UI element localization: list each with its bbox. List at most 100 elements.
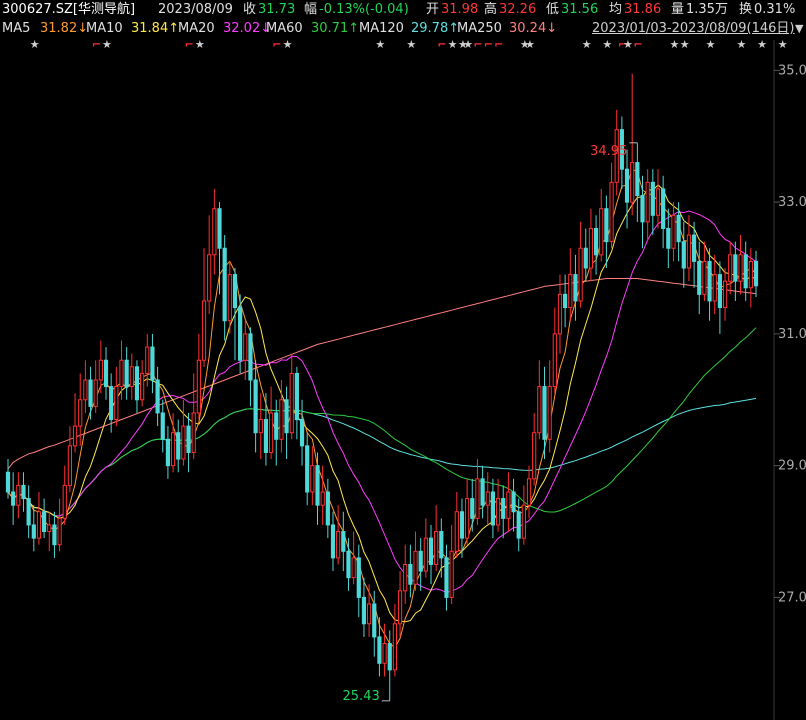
- candle: [434, 505, 439, 572]
- candle: [563, 274, 568, 328]
- candle-body-up: [506, 491, 511, 519]
- candle-body-up: [728, 254, 733, 282]
- candle-body-up: [702, 260, 707, 295]
- candle: [423, 518, 428, 578]
- candle-body-up: [93, 379, 98, 407]
- candle-body-down: [253, 379, 258, 434]
- candle: [707, 248, 712, 321]
- candle-body-down: [640, 195, 645, 223]
- candle-body-down: [563, 293, 568, 309]
- candle-body-up: [181, 425, 186, 460]
- candle-body-down: [284, 399, 289, 434]
- candle: [377, 617, 382, 677]
- candle-body-up: [495, 498, 501, 526]
- candle: [593, 215, 599, 275]
- candle: [480, 465, 485, 519]
- candle-body-down: [186, 425, 191, 453]
- candle: [454, 492, 459, 558]
- candle-body-up: [119, 359, 124, 388]
- candle: [274, 399, 279, 466]
- candle-body-up: [423, 537, 428, 572]
- candle-body-up: [588, 227, 594, 269]
- candle: [16, 472, 21, 519]
- candle-body-up: [738, 254, 743, 282]
- candle-body-up: [686, 234, 692, 269]
- candle: [351, 531, 356, 585]
- candle: [599, 188, 604, 262]
- candle-body-up: [83, 379, 88, 401]
- candle-body-down: [542, 386, 547, 440]
- candle-body-down: [650, 181, 655, 216]
- candle-body-up: [630, 162, 635, 203]
- candle: [42, 498, 47, 539]
- candle-body-up: [170, 432, 176, 467]
- candle-body-up: [78, 399, 83, 427]
- candlestick-chart[interactable]: 35.0 33.0 31.0 29.0 27.0 34.95 25.43: [0, 0, 806, 720]
- candle: [186, 412, 191, 473]
- candle-body-up: [449, 550, 454, 598]
- candle: [93, 360, 98, 413]
- candle-body-down: [134, 366, 140, 401]
- candle: [320, 465, 325, 525]
- candle: [11, 472, 16, 525]
- candle: [305, 432, 310, 506]
- extreme-annotations: 34.95 25.43: [343, 142, 638, 704]
- candle: [449, 524, 454, 604]
- candle-body-up: [140, 372, 145, 401]
- candle-body-up: [748, 260, 753, 289]
- candle-body-up: [485, 491, 490, 506]
- candle: [511, 478, 516, 532]
- candle: [408, 544, 413, 598]
- candle: [532, 412, 537, 486]
- candle: [465, 478, 470, 545]
- candle-body-down: [305, 445, 310, 493]
- candle-body-down: [222, 247, 227, 322]
- candle-body-up: [145, 346, 150, 374]
- candle: [67, 426, 73, 492]
- candle-body-up: [320, 491, 325, 506]
- candle-body-up: [36, 511, 42, 539]
- candle: [62, 465, 67, 525]
- candle: [697, 241, 702, 315]
- candle-body-down: [666, 227, 671, 249]
- candle: [284, 386, 289, 460]
- candle-body-down: [733, 254, 738, 282]
- max-price-label: 34.95: [590, 144, 627, 159]
- candle-body-down: [274, 412, 279, 440]
- candle: [702, 241, 707, 301]
- candle: [129, 353, 134, 400]
- candle: [712, 254, 717, 315]
- candle-body-down: [418, 550, 423, 572]
- candle-body-up: [227, 274, 232, 322]
- candle-body-down: [346, 550, 351, 579]
- candle-body-down: [325, 491, 330, 526]
- candle: [661, 175, 666, 249]
- candle: [212, 188, 217, 275]
- candle: [222, 235, 227, 341]
- candle: [356, 544, 361, 618]
- candle-body-down: [176, 432, 181, 460]
- candle-body-down: [604, 208, 609, 243]
- min-price-label: 25.43: [343, 689, 380, 704]
- ma20-line: [7, 210, 757, 594]
- candle: [57, 498, 62, 552]
- candle-body-up: [609, 181, 614, 243]
- candle-body-down: [26, 498, 31, 526]
- candle-body-up: [413, 550, 418, 585]
- candle: [268, 386, 274, 460]
- candle-body-up: [47, 524, 52, 533]
- candle: [150, 333, 155, 394]
- candle-body-down: [21, 484, 26, 500]
- candle-body-up: [191, 412, 196, 453]
- candle: [119, 340, 124, 400]
- candle-body-up: [16, 484, 21, 506]
- candle: [557, 274, 563, 354]
- candle-body-up: [57, 517, 62, 546]
- candle: [624, 149, 630, 229]
- candle: [681, 221, 686, 288]
- candle-body-up: [397, 590, 403, 625]
- candle: [140, 360, 145, 407]
- candle-body-down: [470, 498, 475, 519]
- candle: [418, 538, 423, 591]
- candle: [47, 511, 52, 552]
